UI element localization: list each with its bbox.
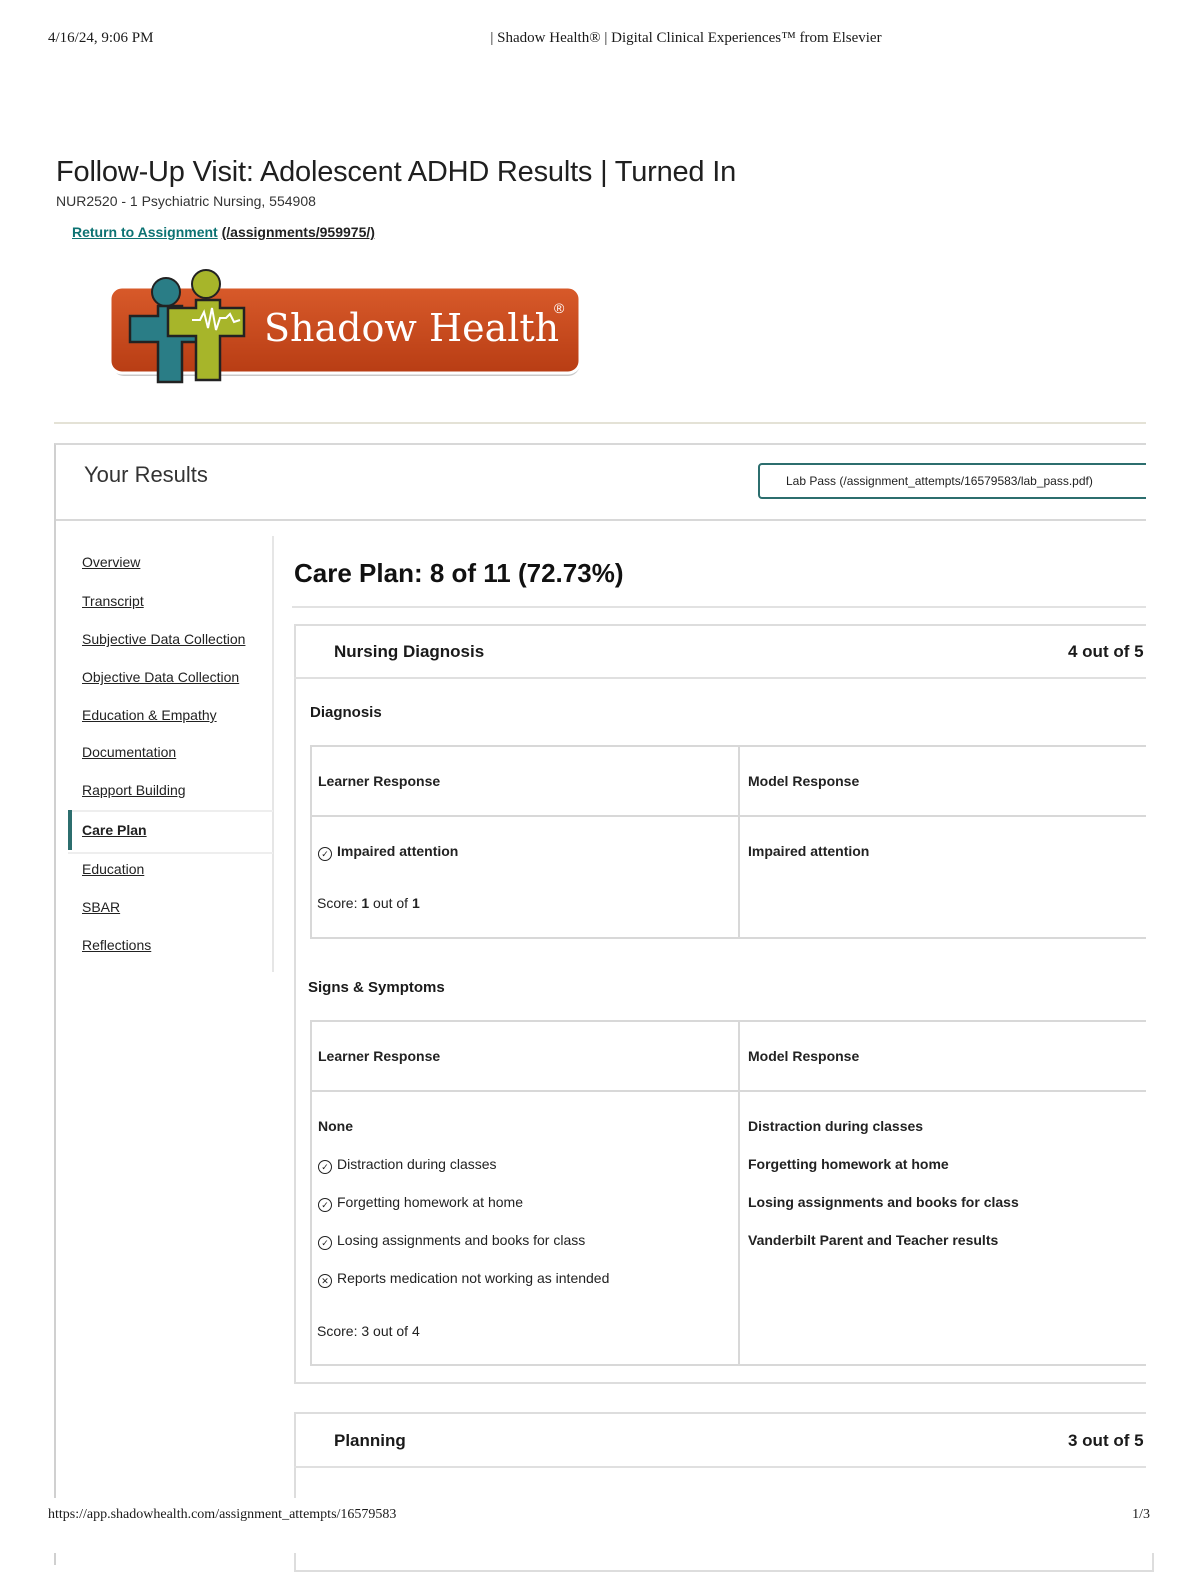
diagnosis-model-header: Model Response (748, 773, 860, 789)
diagnosis-table-column-divider (738, 745, 740, 939)
sidebar-item-overview[interactable]: Overview (82, 554, 140, 570)
print-page-number: 1/3 (1132, 1507, 1150, 1522)
course-name: NUR2520 - 1 Psychiatric Nursing, 554908 (56, 193, 316, 209)
signs-model-header: Model Response (748, 1048, 860, 1064)
header-divider (54, 422, 1146, 424)
care-plan-title: Care Plan: 8 of 11 (72.73%) (294, 558, 624, 588)
signs-learner-item: ✕ Reports medication not working as inten… (318, 1270, 609, 1288)
signs-score: Score: 3 out of 4 (317, 1323, 420, 1339)
sidebar-item-rapport-building[interactable]: Rapport Building (82, 782, 186, 798)
signs-symptoms-table (310, 1020, 1156, 1366)
check-circle-icon: ✓ (318, 1198, 332, 1212)
signs-model-item: Losing assignments and books for class (748, 1194, 1019, 1210)
sidebar-item-documentation[interactable]: Documentation (82, 744, 176, 760)
care-plan-divider (292, 606, 1148, 608)
sidebar-item-education-empathy[interactable]: Education & Empathy (82, 707, 217, 723)
planning-header-divider (294, 1466, 1150, 1468)
signs-learner-item: ✓ Distraction during classes (318, 1156, 497, 1174)
diagnosis-model-response: Impaired attention (748, 843, 870, 859)
check-circle-icon: ✓ (318, 1160, 332, 1174)
check-circle-icon: ✓ (318, 1236, 332, 1250)
diagnosis-score: Score: 1 out of 1 (317, 895, 420, 911)
return-link-text[interactable]: Return to Assignment (72, 224, 218, 240)
sidebar-divider (272, 536, 274, 972)
signs-learner-none: None (318, 1118, 353, 1134)
signs-table-column-divider (738, 1020, 740, 1366)
lab-pass-label[interactable]: Lab Pass (/assignment_attempts/16579583/… (786, 474, 1146, 488)
signs-learner-item: ✓ Forgetting homework at home (318, 1194, 523, 1212)
sidebar-item-subjective-data[interactable]: Subjective Data Collection (82, 631, 245, 647)
check-circle-icon: ✓ (318, 847, 332, 861)
planning-title: Planning (334, 1431, 406, 1450)
shadow-health-logo: Shadow Health ® (108, 268, 584, 394)
diagnosis-learner-response: ✓ Impaired attention (318, 843, 458, 861)
diagnosis-subtitle: Diagnosis (310, 704, 382, 721)
signs-model-item: Forgetting homework at home (748, 1156, 949, 1172)
return-to-assignment-link[interactable]: Return to Assignment (/assignments/95997… (72, 224, 375, 240)
signs-model-item: Distraction during classes (748, 1118, 924, 1134)
planning-score: 3 out of 5 (1068, 1431, 1144, 1450)
logo-registered-mark: ® (554, 300, 565, 316)
results-title: Your Results (84, 462, 208, 487)
logo-text: Shadow Health (264, 306, 560, 350)
signs-table-header-divider (310, 1090, 1150, 1092)
signs-learner-item: ✓ Losing assignments and books for class (318, 1232, 585, 1250)
sidebar-item-reflections[interactable]: Reflections (82, 937, 151, 953)
sidebar-item-sbar[interactable]: SBAR (82, 899, 120, 915)
diagnosis-learner-header: Learner Response (318, 773, 441, 789)
return-link-path: (/assignments/959975/) (221, 224, 375, 240)
print-url: https://app.shadowhealth.com/assignment_… (48, 1507, 397, 1522)
page-title: Follow-Up Visit: Adolescent ADHD Results… (56, 156, 737, 188)
sidebar-active-indicator (68, 810, 72, 850)
print-title: | Shadow Health® | Digital Clinical Expe… (490, 30, 882, 46)
sidebar-item-transcript[interactable]: Transcript (82, 593, 144, 609)
nursing-diagnosis-title: Nursing Diagnosis (334, 642, 485, 661)
signs-model-item: Vanderbilt Parent and Teacher results (748, 1232, 999, 1248)
signs-learner-header: Learner Response (318, 1048, 441, 1064)
nursing-diagnosis-header-divider (294, 677, 1150, 679)
sidebar-item-care-plan[interactable]: Care Plan (82, 822, 147, 838)
sidebar-item-education[interactable]: Education (82, 861, 144, 877)
diagnosis-table-header-divider (310, 815, 1150, 817)
nursing-diagnosis-score: 4 out of 5 (1068, 642, 1144, 661)
print-clip-margin (1146, 430, 1200, 1510)
x-circle-icon: ✕ (318, 1274, 332, 1288)
sidebar-item-objective-data[interactable]: Objective Data Collection (82, 669, 239, 685)
signs-symptoms-subtitle: Signs & Symptoms (308, 979, 445, 996)
